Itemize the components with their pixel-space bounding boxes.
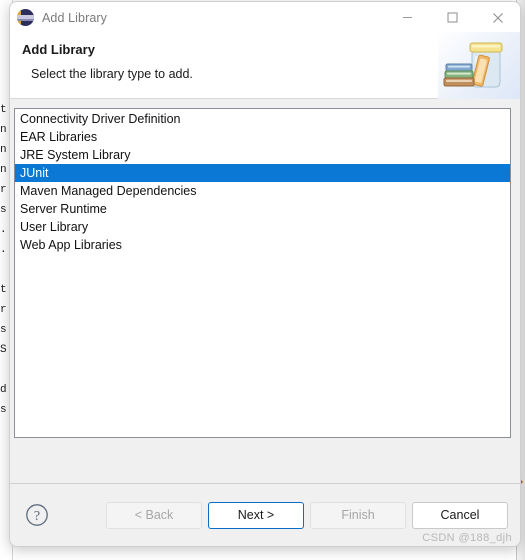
list-item[interactable]: Maven Managed Dependencies bbox=[15, 182, 510, 200]
dialog-titlebar: Add Library bbox=[10, 2, 520, 33]
close-icon[interactable] bbox=[475, 2, 520, 33]
dialog-content: Connectivity Driver Definition EAR Libra… bbox=[10, 99, 520, 483]
list-item[interactable]: EAR Libraries bbox=[15, 128, 510, 146]
library-jar-books-icon bbox=[438, 32, 520, 99]
list-item[interactable]: User Library bbox=[15, 218, 510, 236]
dialog-header: Add Library Select the library type to a… bbox=[10, 32, 520, 99]
list-item[interactable]: Server Runtime bbox=[15, 200, 510, 218]
eclipse-icon bbox=[17, 9, 34, 26]
add-library-dialog: Add Library Add Library Select the libra… bbox=[9, 1, 521, 547]
svg-text:?: ? bbox=[34, 509, 40, 524]
window-controls bbox=[385, 2, 520, 33]
list-item[interactable]: JRE System Library bbox=[15, 146, 510, 164]
list-item[interactable]: Web App Libraries bbox=[15, 236, 510, 254]
watermark: CSDN @188_djh bbox=[422, 532, 512, 544]
list-item-selected[interactable]: JUnit bbox=[15, 164, 510, 182]
window-title: Add Library bbox=[42, 10, 108, 25]
minimize-icon[interactable] bbox=[385, 2, 430, 33]
list-item[interactable]: Connectivity Driver Definition bbox=[15, 110, 510, 128]
finish-button[interactable]: Finish bbox=[310, 501, 406, 529]
maximize-icon[interactable] bbox=[430, 2, 475, 33]
library-type-list[interactable]: Connectivity Driver Definition EAR Libra… bbox=[14, 108, 511, 438]
help-icon[interactable]: ? bbox=[24, 502, 50, 528]
wizard-buttons: < Back Next > Finish Cancel bbox=[106, 501, 508, 529]
next-button[interactable]: Next > bbox=[208, 501, 304, 529]
cancel-button[interactable]: Cancel bbox=[412, 501, 508, 529]
back-button[interactable]: < Back bbox=[106, 501, 202, 529]
dialog-button-bar: ? < Back Next > Finish Cancel CSDN @188_… bbox=[10, 484, 520, 546]
